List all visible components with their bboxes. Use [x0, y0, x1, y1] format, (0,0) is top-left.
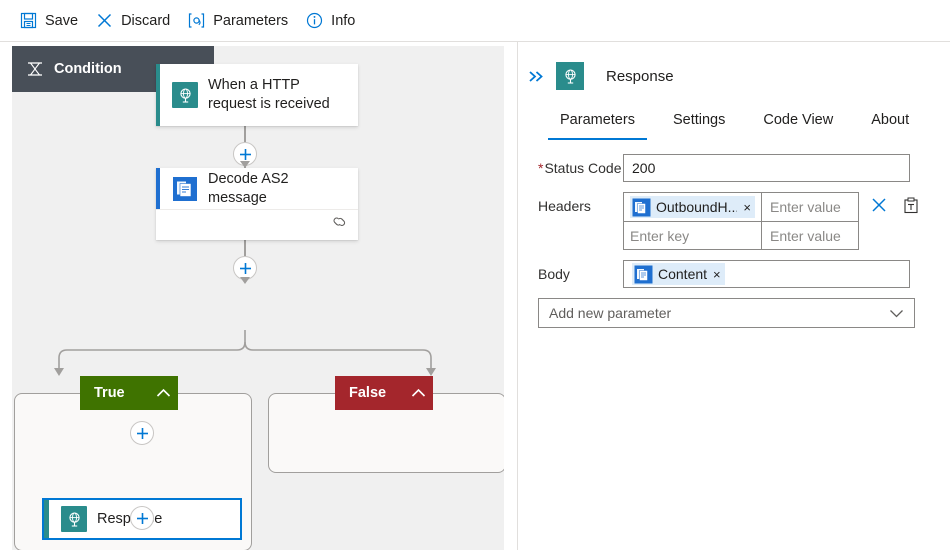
plus-icon — [239, 148, 252, 161]
status-code-label: *Status Code — [538, 154, 623, 176]
headers-actions — [869, 192, 921, 215]
response-globe-icon — [61, 506, 87, 532]
chevron-up-icon[interactable] — [403, 388, 433, 398]
save-icon — [18, 11, 38, 31]
panel-tabs: Parameters Settings Code View About — [518, 100, 950, 140]
node-decode-as2[interactable]: Decode AS2 message — [156, 168, 358, 240]
connector-line — [244, 126, 246, 142]
headers-label: Headers — [538, 192, 623, 214]
page-title: Response — [606, 68, 674, 85]
node-title: Decode AS2 message — [208, 170, 358, 207]
info-icon — [304, 11, 324, 31]
header-key-input[interactable]: Enter key — [624, 222, 762, 249]
top-toolbar: Save Discard Parameters — [0, 0, 950, 42]
body-row: Body Content — [518, 260, 950, 288]
header-key-input[interactable]: OutboundH... × — [624, 193, 762, 221]
chevron-down-icon — [889, 305, 904, 321]
header-value-input[interactable]: Enter value — [762, 193, 858, 221]
close-x-icon — [871, 197, 887, 213]
as2-document-icon — [172, 176, 198, 202]
tab-label: Settings — [673, 112, 725, 128]
tab-parameters[interactable]: Parameters — [548, 100, 647, 140]
token-chip[interactable]: OutboundH... × — [630, 196, 755, 218]
plus-icon — [136, 512, 149, 525]
placeholder-text: Enter value — [770, 199, 841, 215]
connector-arrow — [240, 277, 250, 284]
tab-label: Parameters — [560, 112, 635, 128]
save-label: Save — [45, 13, 78, 29]
node-http-trigger[interactable]: When a HTTP request is received — [156, 64, 358, 126]
details-panel: Response Parameters Settings Code View A… — [517, 42, 950, 550]
request-globe-icon — [172, 82, 198, 108]
node-accent-bar — [156, 168, 160, 209]
info-label: Info — [331, 13, 355, 29]
discard-button[interactable]: Discard — [90, 5, 182, 37]
condition-icon — [26, 60, 44, 78]
body-input[interactable]: Content × — [623, 260, 910, 288]
node-footer — [156, 209, 358, 239]
save-button[interactable]: Save — [14, 5, 90, 37]
status-code-value: 200 — [632, 160, 655, 176]
placeholder-text: Enter value — [770, 228, 841, 244]
tab-code-view[interactable]: Code View — [751, 100, 845, 140]
link-icon[interactable] — [332, 215, 348, 234]
token-label: Content — [658, 266, 707, 282]
headers-row: Headers — [518, 192, 950, 250]
add-step-true-top[interactable] — [130, 421, 154, 445]
node-title: When a HTTP request is received — [208, 76, 358, 113]
tab-about[interactable]: About — [859, 100, 921, 140]
plus-icon — [136, 427, 149, 440]
parameters-form: *Status Code 200 Headers — [518, 140, 950, 328]
connector-line — [244, 240, 246, 256]
token-label: OutboundH... — [656, 199, 737, 215]
dynamic-content-icon — [634, 265, 653, 284]
add-new-parameter-dropdown[interactable]: Add new parameter — [538, 298, 915, 328]
status-code-input[interactable]: 200 — [623, 154, 910, 182]
dynamic-content-icon — [632, 198, 651, 217]
placeholder-text: Enter key — [630, 228, 689, 244]
clipboard-token-icon — [903, 197, 919, 214]
parameters-label: Parameters — [213, 13, 288, 29]
parameters-icon — [186, 11, 206, 31]
headers-table: OutboundH... × Enter value Enter key Ent… — [623, 192, 859, 250]
node-accent-bar — [44, 500, 49, 538]
delete-headers-button[interactable] — [869, 195, 889, 215]
table-row: Enter key Enter value — [624, 221, 858, 249]
parameters-button[interactable]: Parameters — [182, 5, 300, 37]
workflow-canvas[interactable]: When a HTTP request is received Decode A… — [12, 46, 504, 550]
add-new-parameter-label: Add new parameter — [549, 305, 671, 321]
chevron-double-right-icon[interactable] — [524, 70, 548, 83]
plus-icon — [239, 262, 252, 275]
node-accent-bar — [156, 64, 160, 126]
status-code-row: *Status Code 200 — [518, 154, 950, 182]
remove-token-icon[interactable]: × — [713, 267, 721, 282]
token-chip[interactable]: Content × — [632, 263, 725, 285]
body-label: Body — [538, 260, 623, 282]
dynamic-content-button[interactable] — [901, 195, 921, 215]
tab-label: About — [871, 112, 909, 128]
discard-icon — [94, 11, 114, 31]
tab-label: Code View — [763, 112, 833, 128]
response-globe-icon — [556, 62, 584, 90]
chevron-up-icon[interactable] — [148, 388, 178, 398]
discard-label: Discard — [121, 13, 170, 29]
info-button[interactable]: Info — [300, 5, 367, 37]
branch-label-true: True — [80, 385, 148, 401]
panel-header: Response — [518, 52, 950, 100]
branch-header-true[interactable]: True — [80, 376, 178, 410]
remove-token-icon[interactable]: × — [743, 200, 751, 215]
table-row: OutboundH... × Enter value — [624, 193, 858, 221]
branch-header-false[interactable]: False — [335, 376, 433, 410]
tab-settings[interactable]: Settings — [661, 100, 737, 140]
add-step-true-bottom[interactable] — [130, 506, 154, 530]
connector-arrow — [240, 161, 250, 168]
required-marker: * — [538, 160, 543, 176]
branch-label-false: False — [335, 385, 403, 401]
header-value-input[interactable]: Enter value — [762, 222, 858, 249]
